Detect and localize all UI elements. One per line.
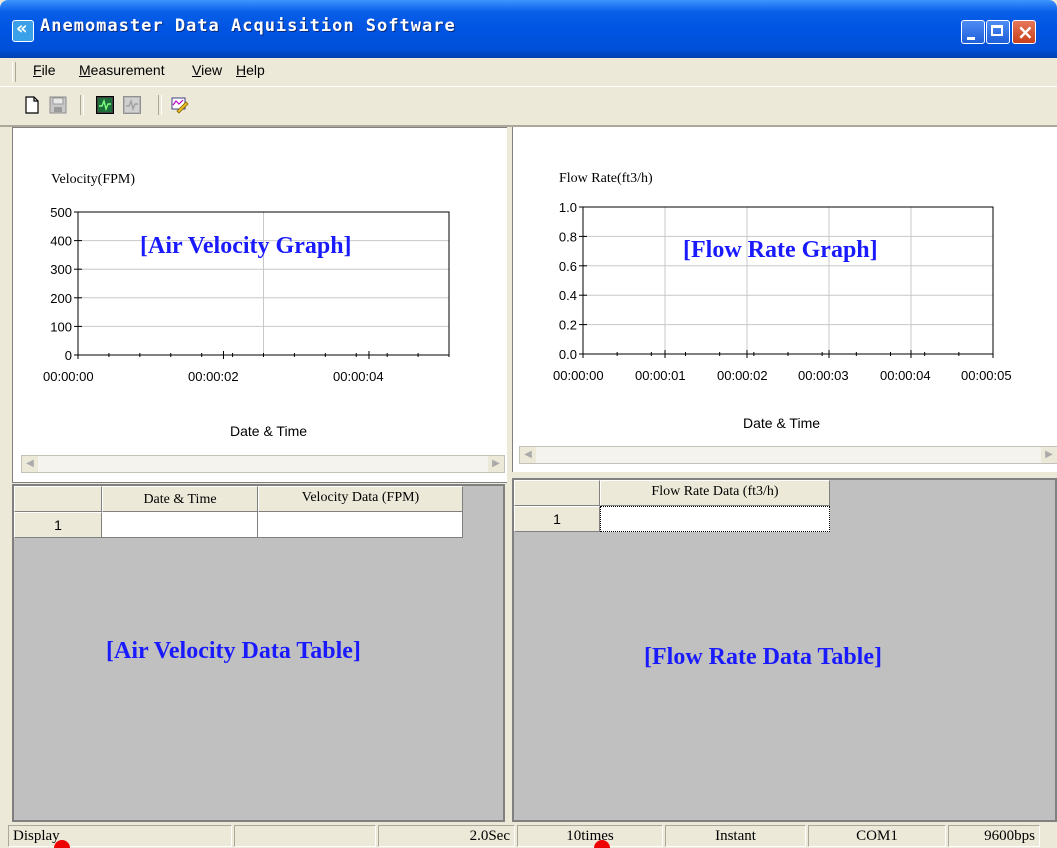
title-bar[interactable]: Anemomaster Data Acquisition Software × (0, 0, 1057, 58)
maximize-icon (991, 25, 1003, 36)
flow-rate-data-column-header[interactable]: Flow Rate Data (ft3/h) (600, 480, 830, 506)
table-corner-header (14, 486, 102, 512)
y-tick-label: 0 (65, 348, 72, 363)
velocity-data-table: Date & Time Velocity Data (FPM) 1 [Air V… (12, 484, 505, 822)
y-tick-label: 0.2 (559, 318, 577, 333)
scroll-right-icon[interactable]: ▶ (488, 456, 504, 472)
x-tick-label: 00:00:02 (717, 368, 768, 383)
start-measurement-icon[interactable] (96, 96, 114, 114)
flow-rate-data-table: Flow Rate Data (ft3/h) 1 [Flow Rate Data… (512, 478, 1057, 822)
x-tick-label: 00:00:04 (880, 368, 931, 383)
scroll-left-icon[interactable]: ◀ (22, 456, 38, 472)
menu-help[interactable]: Help (236, 62, 265, 78)
velocity-data-column-header[interactable]: Velocity Data (FPM) (258, 486, 463, 512)
save-icon[interactable] (49, 96, 67, 114)
maximize-button[interactable] (986, 20, 1010, 44)
velocity-graph-panel: Velocity(FPM) 500 400 300 200 100 0 00:00:00 00… (12, 127, 509, 483)
status-port: COM1 (808, 825, 946, 847)
y-tick-label: 200 (50, 291, 72, 306)
y-tick-label: 0.0 (559, 347, 577, 362)
x-tick-label: 00:00:03 (798, 368, 849, 383)
menu-bar: File Measurement View Help (0, 58, 1057, 87)
x-tick-label: 00:00:01 (635, 368, 686, 383)
status-bar: Display 2.0Sec 10times Instant COM1 9600… (0, 822, 1057, 848)
flow-table-caption: [Flow Rate Data Table] (644, 644, 882, 670)
new-file-icon[interactable] (23, 96, 41, 114)
y-tick-label: 300 (50, 262, 72, 277)
window-title: Anemomaster Data Acquisition Software (40, 16, 456, 36)
y-tick-label: 100 (50, 319, 72, 334)
toolbar-separator (158, 95, 162, 115)
menu-file[interactable]: File (33, 62, 56, 78)
table-cell[interactable] (102, 512, 258, 538)
x-tick-label: 00:00:00 (553, 368, 604, 383)
status-mode-type: Instant (665, 825, 806, 847)
velocity-table-caption: [Air Velocity Data Table] (106, 638, 361, 664)
flow-horizontal-scrollbar[interactable]: ◀ ▶ (519, 446, 1057, 464)
menu-view[interactable]: View (192, 62, 222, 78)
status-count: 10times (517, 825, 663, 847)
settings-chart-icon[interactable] (171, 96, 189, 114)
toolbar (0, 87, 1057, 127)
x-tick-label: 00:00:00 (43, 369, 94, 384)
date-time-column-header[interactable]: Date & Time (102, 486, 258, 512)
minimize-button[interactable] (961, 20, 985, 44)
y-tick-label: 1.0 (559, 200, 577, 215)
x-tick-label: 00:00:02 (188, 369, 239, 384)
status-baud: 9600bps (948, 825, 1040, 847)
status-mode: Display (8, 825, 232, 847)
table-corner-header (514, 480, 600, 506)
scroll-left-icon[interactable]: ◀ (520, 447, 536, 463)
menu-grip (12, 62, 16, 82)
velocity-chart: 500 400 300 200 100 0 00:00:00 00:00:02 00:00:04 (43, 205, 450, 384)
app-icon[interactable] (12, 18, 34, 42)
status-interval: 2.0Sec (378, 825, 515, 847)
stop-measurement-icon[interactable] (123, 96, 141, 114)
plot-area (582, 206, 994, 355)
close-button[interactable]: × (1012, 20, 1036, 44)
flow-rate-graph-panel: Flow Rate(ft3/h) 1.0 0.8 0.6 0.4 0.2 0.0 00:00… (512, 127, 1057, 472)
x-tick-label: 00:00:04 (333, 369, 384, 384)
toolbar-separator (80, 95, 84, 115)
table-cell[interactable] (258, 512, 463, 538)
menu-measurement[interactable]: Measurement (79, 62, 165, 78)
status-empty (234, 825, 376, 847)
table-cell[interactable] (600, 506, 830, 532)
x-tick-label: 00:00:05 (961, 368, 1012, 383)
row-header[interactable]: 1 (14, 512, 102, 538)
velocity-x-axis-label: Date & Time (230, 423, 308, 439)
row-header[interactable]: 1 (514, 506, 600, 532)
scroll-right-icon[interactable]: ▶ (1041, 447, 1057, 463)
minimize-icon (967, 37, 975, 40)
flow-graph-caption: [Flow Rate Graph] (683, 237, 878, 263)
flow-x-axis-label: Date & Time (743, 415, 821, 431)
app-window: Anemomaster Data Acquisition Software × … (0, 0, 1057, 848)
velocity-graph-caption: [Air Velocity Graph] (140, 233, 352, 259)
y-tick-label: 500 (50, 205, 72, 220)
close-icon: × (1017, 20, 1034, 44)
y-tick-label: 0.6 (559, 259, 577, 274)
y-tick-label: 400 (50, 234, 72, 249)
y-tick-label: 0.4 (559, 288, 577, 303)
flow-rate-chart: 1.0 0.8 0.6 0.4 0.2 0.0 00:00:00 00:00:01 00:00:… (553, 200, 1012, 383)
y-tick-label: 0.8 (559, 229, 577, 244)
velocity-horizontal-scrollbar[interactable]: ◀ ▶ (21, 455, 505, 473)
